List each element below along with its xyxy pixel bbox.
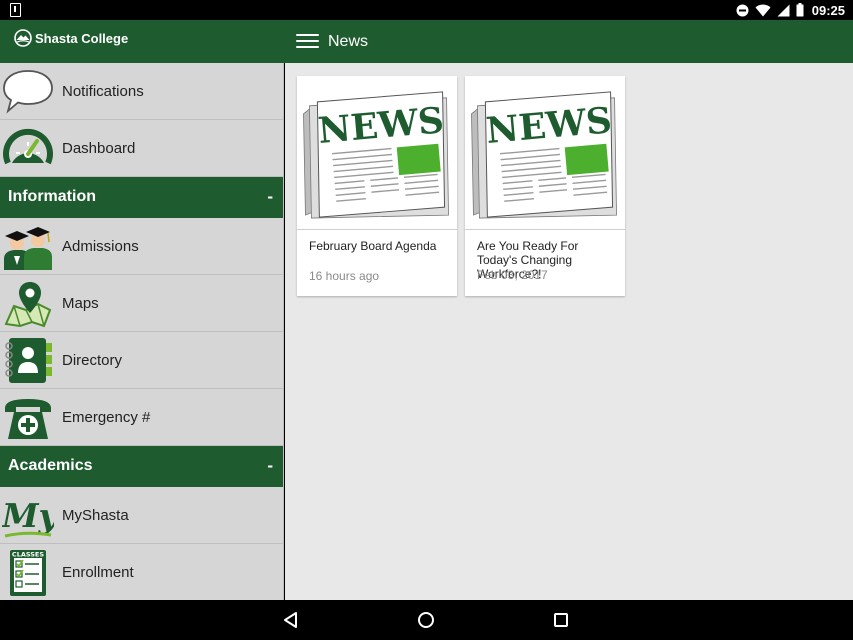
sidebar-item-admissions[interactable]: Admissions — [0, 218, 283, 275]
sidebar-item-myshasta[interactable]: My MyShasta — [0, 487, 283, 544]
sidebar-item-dashboard[interactable]: Dashboard — [0, 120, 283, 177]
collapse-toggle[interactable]: - — [267, 187, 273, 207]
home-icon[interactable] — [416, 610, 436, 630]
status-bar: 09:25 — [0, 0, 853, 20]
speech-bubble-icon — [3, 70, 53, 114]
section-title: Academics — [8, 457, 93, 474]
news-card-date: 16 hours ago — [309, 269, 380, 283]
emergency-phone-icon — [5, 399, 51, 439]
status-time: 09:25 — [811, 2, 845, 18]
section-header-academics[interactable]: Academics - — [0, 446, 283, 487]
news-card[interactable]: NEWS Are You Ready For Today's Changing … — [465, 76, 625, 296]
sidebar-item-maps[interactable]: Maps — [0, 275, 283, 332]
sidebar-item-label: Notifications — [62, 83, 144, 100]
newspaper-thumbnail: NEWS — [297, 91, 457, 230]
collapse-toggle[interactable]: - — [267, 456, 273, 476]
news-card[interactable]: NEWS February Board Agenda 16 hours ago — [297, 76, 457, 296]
system-navigation-bar — [0, 600, 853, 640]
contact-book-icon — [5, 338, 52, 383]
myshasta-logo-icon: My — [2, 496, 54, 538]
download-icon — [10, 3, 21, 17]
classes-checklist-icon: CLASSES — [10, 550, 46, 596]
page-title: News — [328, 33, 369, 50]
sidebar: Notifications Dashboard Information - Ad… — [0, 63, 284, 600]
sidebar-item-notifications[interactable]: Notifications — [0, 63, 283, 120]
app-bar: Shasta College News — [0, 20, 853, 63]
brand-name: Shasta College — [35, 30, 129, 46]
sidebar-item-label: Maps — [62, 295, 99, 312]
menu-icon[interactable] — [296, 32, 319, 50]
speedometer-icon — [3, 128, 53, 165]
sidebar-item-emergency[interactable]: Emergency # — [0, 389, 283, 446]
shasta-mountain-icon — [14, 29, 32, 47]
sidebar-item-label: Enrollment — [62, 564, 134, 581]
sidebar-item-label: Directory — [62, 352, 123, 369]
graduates-icon — [4, 227, 52, 270]
signal-icon — [777, 4, 790, 16]
section-title: Information — [8, 188, 96, 205]
map-pin-icon — [4, 282, 52, 328]
battery-icon — [796, 3, 804, 17]
do-not-disturb-icon — [736, 4, 749, 16]
sidebar-item-enrollment[interactable]: CLASSES Enrollment — [0, 544, 283, 600]
news-card-title: February Board Agenda — [309, 239, 437, 253]
section-header-information[interactable]: Information - — [0, 177, 283, 218]
recents-icon[interactable] — [551, 610, 571, 630]
sidebar-item-label: MyShasta — [62, 507, 129, 524]
sidebar-item-label: Emergency # — [62, 409, 151, 426]
svg-text:CLASSES: CLASSES — [12, 551, 44, 559]
news-card-date: Feb 03, 2017 — [477, 268, 548, 282]
sidebar-item-label: Admissions — [62, 238, 139, 255]
news-content: NEWS February Board Agenda 16 hours ago … — [285, 63, 853, 600]
wifi-icon — [755, 4, 771, 16]
sidebar-item-directory[interactable]: Directory — [0, 332, 283, 389]
back-icon[interactable] — [281, 610, 301, 630]
sidebar-item-label: Dashboard — [62, 140, 136, 157]
newspaper-thumbnail: NEWS — [465, 91, 625, 230]
svg-text:My: My — [2, 496, 54, 535]
brand-logo[interactable]: Shasta College — [14, 29, 128, 47]
